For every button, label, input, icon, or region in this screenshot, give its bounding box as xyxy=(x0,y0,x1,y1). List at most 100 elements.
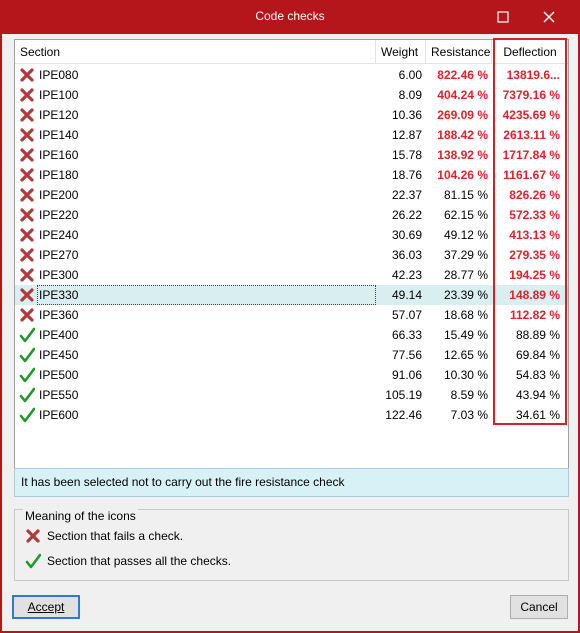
green-check-icon xyxy=(19,327,37,343)
red-x-icon xyxy=(19,207,37,223)
cell-resistance: 18.68 % xyxy=(443,308,488,322)
red-x-icon xyxy=(19,247,37,263)
cell-resistance: 62.15 % xyxy=(443,208,488,222)
cell-section: IPE200 xyxy=(39,188,79,202)
red-x-icon xyxy=(19,307,37,323)
cell-resistance: 138.92 % xyxy=(437,148,488,162)
header-resistance[interactable]: Resistance xyxy=(426,40,492,64)
icon-legend: Meaning of the icons Section that fails … xyxy=(14,509,569,581)
red-x-icon xyxy=(19,87,37,103)
cell-section: IPE450 xyxy=(39,348,79,362)
cell-resistance: 8.59 % xyxy=(450,388,488,402)
table-row[interactable]: IPE220 26.22 62.15 % 572.33 % xyxy=(15,205,568,225)
table-header: Section Weight Resistance Deflection xyxy=(15,40,568,64)
green-check-icon xyxy=(25,553,42,569)
maximize-icon xyxy=(497,11,509,23)
title-bar[interactable]: Code checks xyxy=(0,0,580,34)
header-deflection[interactable]: Deflection xyxy=(492,40,568,64)
table-row[interactable]: IPE140 12.87 188.42 % 2613.11 % xyxy=(15,125,568,145)
cell-deflection: 43.94 % xyxy=(515,388,560,402)
cell-resistance: 12.65 % xyxy=(443,348,488,362)
cell-section: IPE400 xyxy=(39,328,79,342)
cell-weight: 12.87 xyxy=(391,128,422,142)
cell-deflection: 572.33 % xyxy=(509,208,560,222)
cell-resistance: 23.39 % xyxy=(443,288,488,302)
cell-deflection: 13819.6... xyxy=(506,68,560,82)
accept-button[interactable]: Accept xyxy=(12,595,80,619)
cell-section: IPE120 xyxy=(39,108,79,122)
green-check-icon xyxy=(19,407,37,423)
table-row[interactable]: IPE550 105.19 8.59 % 43.94 % xyxy=(15,385,568,405)
cell-section: IPE080 xyxy=(39,68,79,82)
cell-weight: 30.69 xyxy=(391,228,422,242)
table-row[interactable]: IPE360 57.07 18.68 % 112.82 % xyxy=(15,305,568,325)
cell-resistance: 28.77 % xyxy=(443,268,488,282)
red-x-icon xyxy=(25,528,41,544)
checks-table[interactable]: Section Weight Resistance Deflection IPE… xyxy=(14,38,569,495)
red-x-icon xyxy=(19,187,37,203)
cell-weight: 91.06 xyxy=(391,368,422,382)
cell-resistance: 15.49 % xyxy=(443,328,488,342)
cell-deflection: 2613.11 % xyxy=(503,128,560,142)
cell-weight: 36.03 xyxy=(391,248,422,262)
red-x-icon xyxy=(19,147,37,163)
cell-weight: 105.19 xyxy=(385,388,422,402)
legend-title: Meaning of the icons xyxy=(23,509,138,523)
table-row[interactable]: IPE500 91.06 10.30 % 54.83 % xyxy=(15,365,568,385)
header-weight[interactable]: Weight xyxy=(376,40,426,64)
table-row[interactable]: IPE600 122.46 7.03 % 34.61 % xyxy=(15,405,568,425)
cell-weight: 18.76 xyxy=(391,168,422,182)
table-row[interactable]: IPE330 49.14 23.39 % 148.89 % xyxy=(15,285,568,305)
cell-weight: 15.78 xyxy=(391,148,422,162)
cell-weight: 42.23 xyxy=(391,268,422,282)
cell-resistance: 104.26 % xyxy=(437,168,488,182)
header-section[interactable]: Section xyxy=(15,40,376,64)
red-x-icon xyxy=(19,127,37,143)
cell-weight: 57.07 xyxy=(391,308,422,322)
table-row[interactable]: IPE200 22.37 81.15 % 826.26 % xyxy=(15,185,568,205)
cell-resistance: 822.46 % xyxy=(437,68,488,82)
dialog-body: Section Weight Resistance Deflection IPE… xyxy=(2,34,578,631)
cell-deflection: 4235.69 % xyxy=(502,108,560,122)
cell-weight: 8.09 xyxy=(398,88,422,102)
green-check-icon xyxy=(19,347,37,363)
cell-deflection: 1161.67 % xyxy=(503,168,560,182)
table-row[interactable]: IPE270 36.03 37.29 % 279.35 % xyxy=(15,245,568,265)
cell-section: IPE100 xyxy=(39,88,79,102)
code-checks-window: Code checks Section Weight Resistance De… xyxy=(0,0,580,633)
cell-weight: 6.00 xyxy=(398,68,422,82)
red-x-icon xyxy=(19,287,37,303)
table-row[interactable]: IPE180 18.76 104.26 % 1161.67 % xyxy=(15,165,568,185)
close-icon xyxy=(543,11,555,23)
table-row[interactable]: IPE100 8.09 404.24 % 7379.16 % xyxy=(15,85,568,105)
maximize-button[interactable] xyxy=(480,0,526,34)
cancel-label: Cancel xyxy=(520,600,558,614)
cell-deflection: 54.83 % xyxy=(515,368,560,382)
cell-resistance: 81.15 % xyxy=(443,188,488,202)
cell-section: IPE270 xyxy=(39,248,79,262)
cancel-button[interactable]: Cancel xyxy=(510,595,568,619)
table-row[interactable]: IPE300 42.23 28.77 % 194.25 % xyxy=(15,265,568,285)
cell-deflection: 34.61 % xyxy=(515,408,560,422)
table-row[interactable]: IPE080 6.00 822.46 % 13819.6... xyxy=(15,65,568,85)
table-row[interactable]: IPE450 77.56 12.65 % 69.84 % xyxy=(15,345,568,365)
cell-section: IPE180 xyxy=(39,168,79,182)
cell-deflection: 7379.16 % xyxy=(502,88,560,102)
cell-weight: 49.14 xyxy=(391,288,422,302)
cell-resistance: 37.29 % xyxy=(443,248,488,262)
red-x-icon xyxy=(19,107,37,123)
cell-section: IPE240 xyxy=(39,228,79,242)
table-row[interactable]: IPE400 66.33 15.49 % 88.89 % xyxy=(15,325,568,345)
red-x-icon xyxy=(19,67,37,83)
cell-section: IPE160 xyxy=(39,148,79,162)
table-row[interactable]: IPE120 10.36 269.09 % 4235.69 % xyxy=(15,105,568,125)
table-row[interactable]: IPE240 30.69 49.12 % 413.13 % xyxy=(15,225,568,245)
cell-section: IPE600 xyxy=(39,408,79,422)
red-x-icon xyxy=(19,227,37,243)
cell-deflection: 826.26 % xyxy=(509,188,560,202)
cell-deflection: 148.89 % xyxy=(509,288,560,302)
table-row[interactable]: IPE160 15.78 138.92 % 1717.84 % xyxy=(15,145,568,165)
cell-resistance: 10.30 % xyxy=(443,368,488,382)
cell-deflection: 194.25 % xyxy=(509,268,560,282)
close-button[interactable] xyxy=(526,0,572,34)
